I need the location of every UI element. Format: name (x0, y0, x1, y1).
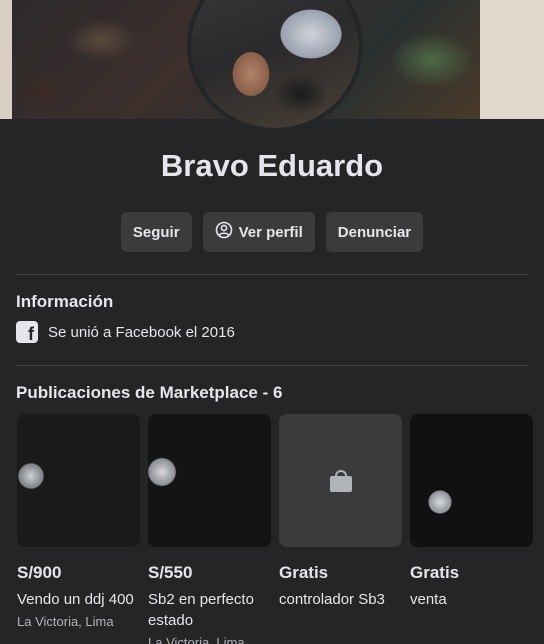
listing-location: La Victoria, Lima (17, 614, 114, 629)
marketplace-section-title: Publicaciones de Marketplace - 6 (16, 383, 283, 402)
listing-card[interactable]: S/550 Sb2 en perfecto estado La Victoria… (148, 414, 271, 644)
listing-title: controlador Sb3 (279, 591, 385, 608)
listing-title: Vendo un ddj 400 (17, 591, 134, 608)
info-joined-row: f Se unió a Facebook el 2016 (16, 321, 235, 343)
shopping-bag-icon (329, 469, 352, 492)
divider (16, 274, 528, 275)
listing-thumbnail[interactable] (17, 414, 140, 547)
info-section-title: Información (16, 292, 114, 311)
cover-photo-left-edge (0, 0, 12, 119)
listing-price: Gratis (279, 563, 329, 582)
listing-thumbnail[interactable] (279, 414, 402, 547)
listing-thumbnail[interactable] (410, 414, 533, 547)
marketplace-listings: S/900 Vendo un ddj 400 La Victoria, Lima… (17, 414, 533, 644)
profile-actions: Seguir Ver perfil Denunciar (0, 212, 544, 252)
listing-title: Sb2 en perfecto estado (148, 591, 254, 629)
listing-card[interactable]: Gratis venta (410, 414, 533, 644)
listing-thumbnail[interactable] (148, 414, 271, 547)
view-profile-button-label: Ver perfil (238, 223, 303, 241)
profile-name: Bravo Eduardo (160, 148, 384, 183)
report-button[interactable]: Denunciar (325, 212, 424, 252)
listing-price: S/900 (17, 563, 62, 582)
listing-location: La Victoria, Lima (148, 635, 245, 644)
user-circle-icon (215, 221, 233, 243)
follow-button-label: Seguir (132, 223, 180, 241)
listing-card[interactable]: Gratis controlador Sb3 (279, 414, 402, 644)
listing-price: S/550 (148, 563, 193, 582)
follow-button[interactable]: Seguir (120, 212, 192, 252)
report-button-label: Denunciar (337, 223, 412, 241)
joined-text: Se unió a Facebook el 2016 (48, 323, 235, 341)
listing-title: venta (410, 591, 447, 608)
listing-card[interactable]: S/900 Vendo un ddj 400 La Victoria, Lima (17, 414, 140, 644)
facebook-icon: f (16, 321, 38, 343)
view-profile-button[interactable]: Ver perfil (202, 212, 315, 252)
divider (16, 365, 528, 366)
listing-price: Gratis (410, 563, 460, 582)
cover-photo-right-edge (480, 0, 544, 119)
